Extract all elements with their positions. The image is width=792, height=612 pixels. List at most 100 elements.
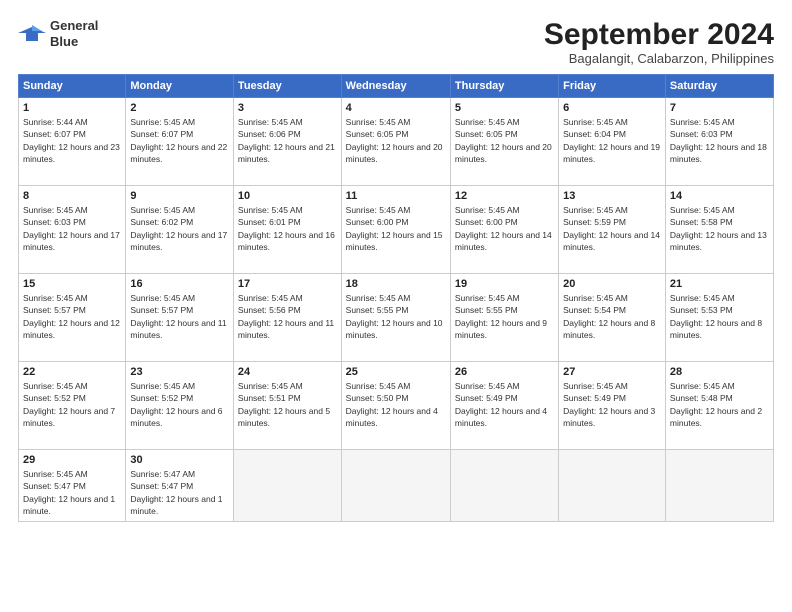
- day-number: 1: [23, 102, 121, 114]
- calendar-cell: 13Sunrise: 5:45 AMSunset: 5:59 PMDayligh…: [559, 186, 666, 274]
- calendar-cell: 7 Sunrise: 5:45 AMSunset: 6:03 PMDaylight…: [665, 98, 773, 186]
- day-number: 18: [346, 278, 446, 290]
- day-number: 14: [670, 190, 769, 202]
- day-info: Sunrise: 5:45 AMSunset: 6:05 PMDaylight:…: [455, 116, 554, 165]
- day-info: Sunrise: 5:45 AMSunset: 5:56 PMDaylight:…: [238, 292, 337, 341]
- calendar-cell: 8 Sunrise: 5:45 AMSunset: 6:03 PMDaylight…: [19, 186, 126, 274]
- day-number: 4: [346, 102, 446, 114]
- day-info: Sunrise: 5:45 AMSunset: 6:00 PMDaylight:…: [455, 204, 554, 253]
- day-info: Sunrise: 5:45 AMSunset: 5:55 PMDaylight:…: [455, 292, 554, 341]
- title-block: September 2024 Bagalangit, Calabarzon, P…: [544, 18, 774, 66]
- calendar-cell: 15 Sunrise: 5:45 AMSunset: 5:57 PMDayligh…: [19, 274, 126, 362]
- calendar-week-row: 22 Sunrise: 5:45 AMSunset: 5:52 PMDayligh…: [19, 362, 774, 450]
- calendar-cell: 30Sunrise: 5:47 AMSunset: 5:47 PMDayligh…: [126, 450, 234, 522]
- day-info: Sunrise: 5:45 AMSunset: 5:53 PMDaylight:…: [670, 292, 769, 341]
- header-friday: Friday: [559, 75, 666, 98]
- calendar-cell: 19 Sunrise: 5:45 AMSunset: 5:55 PMDayligh…: [450, 274, 558, 362]
- day-info: Sunrise: 5:45 AMSunset: 5:57 PMDaylight:…: [23, 292, 121, 341]
- day-info: Sunrise: 5:45 AMSunset: 5:48 PMDaylight:…: [670, 380, 769, 429]
- calendar-cell: 2Sunrise: 5:45 AMSunset: 6:07 PMDaylight…: [126, 98, 234, 186]
- day-number: 2: [130, 102, 229, 114]
- day-number: 12: [455, 190, 554, 202]
- header-wednesday: Wednesday: [341, 75, 450, 98]
- calendar-cell: [665, 450, 773, 522]
- logo-icon: [18, 23, 46, 45]
- day-number: 6: [563, 102, 661, 114]
- header-saturday: Saturday: [665, 75, 773, 98]
- calendar-week-row: 15 Sunrise: 5:45 AMSunset: 5:57 PMDayligh…: [19, 274, 774, 362]
- header-monday: Monday: [126, 75, 234, 98]
- day-number: 28: [670, 366, 769, 378]
- day-number: 17: [238, 278, 337, 290]
- calendar-cell: 6 Sunrise: 5:45 AMSunset: 6:04 PMDaylight…: [559, 98, 666, 186]
- day-number: 27: [563, 366, 661, 378]
- calendar-week-row: 29 Sunrise: 5:45 AMSunset: 5:47 PMDayligh…: [19, 450, 774, 522]
- header-sunday: Sunday: [19, 75, 126, 98]
- day-number: 29: [23, 454, 121, 466]
- page: General Blue September 2024 Bagalangit, …: [0, 0, 792, 612]
- calendar-cell: 29 Sunrise: 5:45 AMSunset: 5:47 PMDayligh…: [19, 450, 126, 522]
- day-info: Sunrise: 5:45 AMSunset: 6:04 PMDaylight:…: [563, 116, 661, 165]
- calendar-cell: 12 Sunrise: 5:45 AMSunset: 6:00 PMDayligh…: [450, 186, 558, 274]
- location: Bagalangit, Calabarzon, Philippines: [544, 51, 774, 66]
- calendar-cell: 25 Sunrise: 5:45 AMSunset: 5:50 PMDayligh…: [341, 362, 450, 450]
- day-number: 19: [455, 278, 554, 290]
- day-info: Sunrise: 5:45 AMSunset: 6:01 PMDaylight:…: [238, 204, 337, 253]
- calendar-cell: 26 Sunrise: 5:45 AMSunset: 5:49 PMDayligh…: [450, 362, 558, 450]
- day-number: 3: [238, 102, 337, 114]
- day-info: Sunrise: 5:45 AMSunset: 6:03 PMDaylight:…: [670, 116, 769, 165]
- calendar-header-row: Sunday Monday Tuesday Wednesday Thursday…: [19, 75, 774, 98]
- calendar-cell: 22 Sunrise: 5:45 AMSunset: 5:52 PMDayligh…: [19, 362, 126, 450]
- day-info: Sunrise: 5:45 AMSunset: 6:02 PMDaylight:…: [130, 204, 229, 253]
- day-info: Sunrise: 5:45 AMSunset: 5:52 PMDaylight:…: [23, 380, 121, 429]
- day-number: 15: [23, 278, 121, 290]
- day-info: Sunrise: 5:45 AMSunset: 5:55 PMDaylight:…: [346, 292, 446, 341]
- day-number: 7: [670, 102, 769, 114]
- day-number: 22: [23, 366, 121, 378]
- day-number: 9: [130, 190, 229, 202]
- day-info: Sunrise: 5:45 AMSunset: 5:50 PMDaylight:…: [346, 380, 446, 429]
- calendar-cell: 11Sunrise: 5:45 AMSunset: 6:00 PMDayligh…: [341, 186, 450, 274]
- calendar-cell: 18 Sunrise: 5:45 AMSunset: 5:55 PMDayligh…: [341, 274, 450, 362]
- calendar-cell: 20Sunrise: 5:45 AMSunset: 5:54 PMDayligh…: [559, 274, 666, 362]
- day-info: Sunrise: 5:45 AMSunset: 5:57 PMDaylight:…: [130, 292, 229, 341]
- calendar-table: Sunday Monday Tuesday Wednesday Thursday…: [18, 74, 774, 522]
- calendar-cell: 27Sunrise: 5:45 AMSunset: 5:49 PMDayligh…: [559, 362, 666, 450]
- day-info: Sunrise: 5:45 AMSunset: 5:58 PMDaylight:…: [670, 204, 769, 253]
- day-number: 10: [238, 190, 337, 202]
- logo: General Blue: [18, 18, 98, 49]
- calendar-cell: 3Sunrise: 5:45 AMSunset: 6:06 PMDaylight…: [233, 98, 341, 186]
- header-tuesday: Tuesday: [233, 75, 341, 98]
- calendar-cell: 1 Sunrise: 5:44 AMSunset: 6:07 PMDaylight…: [19, 98, 126, 186]
- calendar-cell: 10 Sunrise: 5:45 AMSunset: 6:01 PMDayligh…: [233, 186, 341, 274]
- day-number: 5: [455, 102, 554, 114]
- day-info: Sunrise: 5:47 AMSunset: 5:47 PMDaylight:…: [130, 468, 229, 517]
- day-info: Sunrise: 5:44 AMSunset: 6:07 PMDaylight:…: [23, 116, 121, 165]
- calendar-cell: [341, 450, 450, 522]
- day-info: Sunrise: 5:45 AMSunset: 5:49 PMDaylight:…: [455, 380, 554, 429]
- day-number: 16: [130, 278, 229, 290]
- calendar-cell: 5 Sunrise: 5:45 AMSunset: 6:05 PMDaylight…: [450, 98, 558, 186]
- day-info: Sunrise: 5:45 AMSunset: 5:54 PMDaylight:…: [563, 292, 661, 341]
- calendar-cell: 21 Sunrise: 5:45 AMSunset: 5:53 PMDayligh…: [665, 274, 773, 362]
- day-info: Sunrise: 5:45 AMSunset: 6:03 PMDaylight:…: [23, 204, 121, 253]
- calendar-cell: [450, 450, 558, 522]
- calendar-cell: 16 Sunrise: 5:45 AMSunset: 5:57 PMDayligh…: [126, 274, 234, 362]
- header: General Blue September 2024 Bagalangit, …: [18, 18, 774, 66]
- day-number: 25: [346, 366, 446, 378]
- calendar-cell: [233, 450, 341, 522]
- day-number: 21: [670, 278, 769, 290]
- day-number: 11: [346, 190, 446, 202]
- header-thursday: Thursday: [450, 75, 558, 98]
- day-info: Sunrise: 5:45 AMSunset: 6:05 PMDaylight:…: [346, 116, 446, 165]
- calendar-cell: 17 Sunrise: 5:45 AMSunset: 5:56 PMDayligh…: [233, 274, 341, 362]
- calendar-cell: 14 Sunrise: 5:45 AMSunset: 5:58 PMDayligh…: [665, 186, 773, 274]
- calendar-cell: 9 Sunrise: 5:45 AMSunset: 6:02 PMDaylight…: [126, 186, 234, 274]
- calendar-cell: 24Sunrise: 5:45 AMSunset: 5:51 PMDayligh…: [233, 362, 341, 450]
- day-info: Sunrise: 5:45 AMSunset: 5:52 PMDaylight:…: [130, 380, 229, 429]
- day-number: 8: [23, 190, 121, 202]
- day-number: 26: [455, 366, 554, 378]
- logo-text: General Blue: [50, 18, 98, 49]
- calendar-cell: 4 Sunrise: 5:45 AMSunset: 6:05 PMDaylight…: [341, 98, 450, 186]
- day-info: Sunrise: 5:45 AMSunset: 5:47 PMDaylight:…: [23, 468, 121, 517]
